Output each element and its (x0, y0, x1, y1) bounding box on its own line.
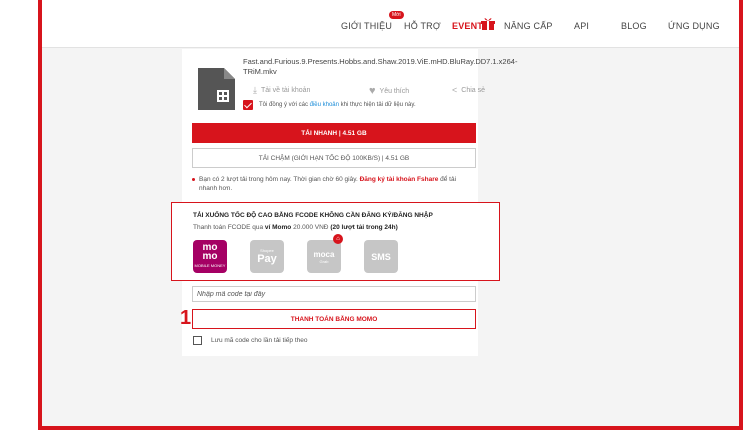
info-prefix: Bạn có 2 lượt tải trong hôm nay. Thời gi… (199, 176, 360, 183)
like-label: Yêu thích (379, 87, 410, 95)
gift-icon (481, 18, 495, 30)
shopee-logo: Pay (257, 253, 277, 265)
save-code-label: Lưu mã code cho lần tải tiếp theo (211, 337, 308, 344)
pay-with-momo-button[interactable]: THANH TOÁN BẰNG MOMO (192, 309, 476, 329)
heart-icon: ♥ (369, 85, 376, 97)
promo-title: TẢI XUỐNG TỐC ĐỘ CAO BẰNG FCODE KHÔNG CẦ… (193, 212, 433, 219)
share-action[interactable]: < Chia sẻ (452, 85, 485, 95)
moca-logo: moca (313, 249, 335, 259)
nav-gioi-thieu[interactable]: GIỚI THIỆU (341, 21, 392, 31)
nav-api[interactable]: API (574, 21, 589, 31)
promo-sub-turns: (20 lượt tải trong 24h) (330, 224, 398, 231)
like-action[interactable]: ♥ Yêu thích (369, 85, 409, 97)
download-icon: ⤓ (253, 85, 257, 95)
moca-option[interactable]: moca Grab (307, 240, 341, 273)
file-name: Fast.and.Furious.9.Presents.Hobbs.and.Sh… (243, 57, 518, 76)
nav-nang-cap[interactable]: NÂNG CẤP (504, 21, 553, 31)
code-input[interactable] (192, 286, 476, 302)
promo-subtitle: Thanh toán FCODE qua ví Momo 20.000 VNĐ … (193, 224, 398, 231)
moca-small: Grab (319, 258, 329, 264)
bullet-dot (192, 178, 195, 181)
nav-event[interactable]: EVENT (452, 21, 483, 31)
promo-sub-prefix: Thanh toán FCODE qua (193, 224, 265, 231)
share-label: Chia sẻ (461, 86, 485, 94)
register-link[interactable]: Đăng ký tài khoản Fshare (360, 176, 439, 183)
terms-link[interactable]: điều khoản (310, 102, 339, 108)
sms-logo: SMS (371, 251, 391, 262)
nav-ung-dung[interactable]: ỨNG DỤNG (668, 21, 720, 31)
terms-checkbox[interactable] (243, 100, 253, 110)
momo-pay-option[interactable]: mo mo MOBILE MONEY (193, 240, 227, 273)
new-badge: Mới (389, 11, 404, 19)
nav-ho-tro[interactable]: HỖ TRỢ (404, 21, 441, 31)
nav-blog[interactable]: BLOG (621, 21, 647, 31)
momo-logo-small: MOBILE MONEY (194, 263, 226, 268)
moca-lock-icon: ⌂ (333, 234, 343, 244)
terms-suffix: khi thực hiện tải dữ liệu này. (338, 102, 416, 108)
sms-option[interactable]: SMS (364, 240, 398, 273)
download-info: Bạn có 2 lượt tải trong hôm nay. Thời gi… (192, 175, 475, 193)
fast-download-button[interactable]: TẢI NHANH | 4.51 GB (192, 123, 476, 143)
save-code-checkbox[interactable] (193, 336, 202, 345)
file-icon (198, 68, 235, 110)
terms-text: Tôi đồng ý với các điều khoản khi thực h… (259, 102, 416, 108)
promo-sub-method: ví Momo (264, 224, 292, 231)
download-account-action[interactable]: ⤓ Tải về tài khoản (253, 85, 310, 96)
terms-prefix: Tôi đồng ý với các (259, 102, 310, 108)
step-number: 1 (180, 307, 192, 329)
share-icon: < (452, 85, 458, 95)
promo-sub-price: 20.000 VNĐ (291, 224, 331, 231)
momo-logo-bottom: mo (202, 251, 218, 262)
shopeepay-option[interactable]: Shopee Pay (250, 240, 284, 273)
download-account-label: Tải về tài khoản (260, 87, 311, 94)
slow-download-button[interactable]: TẢI CHẬM (GIỚI HẠN TỐC ĐỘ 100KB/S) | 4.5… (192, 148, 476, 168)
